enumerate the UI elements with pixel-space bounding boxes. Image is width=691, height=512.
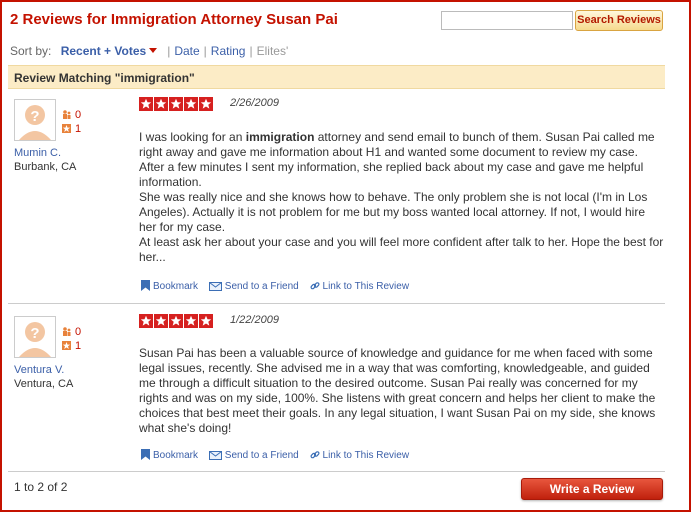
bookmark-label: Bookmark	[153, 450, 199, 461]
write-review-button[interactable]: Write a Review	[521, 478, 663, 500]
review-actions: Bookmark Send to a Friend Link to This R…	[141, 280, 417, 292]
sort-rating[interactable]: Rating	[211, 44, 246, 58]
header: 2 Reviews for Immigration Attorney Susan…	[10, 8, 680, 38]
review-text: Susan Pai has been a valuable source of …	[139, 346, 665, 436]
friends-count: 0	[75, 109, 82, 121]
star-icon	[139, 314, 153, 328]
sort-separator: |	[203, 44, 207, 58]
friends-stat: 0	[62, 325, 81, 339]
question-avatar-icon[interactable]: ?	[14, 99, 56, 141]
sort-elites[interactable]: Elites'	[257, 44, 289, 58]
review-item: ? 0 1 Ventura V. Ventura, CA 1/22/2009 S…	[8, 310, 665, 470]
link-to-review-link[interactable]: Link to This Review	[310, 450, 410, 461]
star-icon	[154, 97, 168, 111]
match-heading: Review Matching "immigration"	[8, 65, 665, 89]
link-icon	[310, 451, 320, 459]
email-icon	[208, 451, 222, 460]
review-count-stat: 1	[62, 339, 81, 353]
user-stats: 0 1	[62, 108, 81, 136]
review-count-stat: 1	[62, 122, 81, 136]
sort-label: Sort by:	[10, 44, 52, 58]
friends-icon	[63, 327, 71, 336]
friends-icon	[63, 110, 71, 119]
star-rating	[139, 314, 214, 328]
sort-bar: Sort by: Recent + Votes | Date | Rating | Elit…	[10, 44, 288, 58]
bookmark-link[interactable]: Bookmark	[141, 449, 198, 461]
user-stats: 0 1	[62, 325, 81, 353]
search-highlight: immigration	[245, 130, 315, 144]
user-location: Burbank, CA	[14, 161, 77, 173]
friends-count: 0	[75, 326, 82, 338]
review-count-icon	[62, 341, 71, 350]
review-actions: Bookmark Send to a Friend Link to This R…	[141, 449, 417, 461]
reviews-panel: 2 Reviews for Immigration Attorney Susan…	[0, 0, 691, 512]
review-paragraph: Susan Pai has been a valuable source of …	[139, 346, 656, 435]
review-paragraph: I was looking for an immigration attorne…	[139, 130, 665, 190]
review-divider	[8, 471, 665, 472]
star-icon	[154, 314, 168, 328]
friends-stat: 0	[62, 108, 81, 122]
caret-down-icon[interactable]	[149, 48, 158, 53]
review-date: 2/26/2009	[230, 97, 279, 109]
pagination-count: 1 to 2 of 2	[14, 480, 68, 494]
star-icon	[199, 314, 213, 328]
review-paragraph: She was really nice and she knows how to…	[139, 190, 648, 234]
review-count-icon	[62, 124, 71, 133]
send-to-friend-label: Send to a Friend	[224, 450, 299, 461]
svg-text:?: ?	[30, 325, 39, 342]
page-title: 2 Reviews for Immigration Attorney Susan…	[10, 11, 338, 28]
star-icon	[184, 314, 198, 328]
svg-text:?: ?	[30, 108, 39, 125]
review-count: 1	[75, 340, 82, 352]
review-divider	[8, 303, 665, 304]
star-icon	[169, 97, 183, 111]
sort-separator: |	[249, 44, 253, 58]
email-icon	[208, 282, 222, 291]
link-to-review-label: Link to This Review	[322, 281, 410, 292]
review-date: 1/22/2009	[230, 314, 279, 326]
question-avatar-icon[interactable]: ?	[14, 316, 56, 358]
user-name-link[interactable]: Mumin C.	[14, 147, 61, 159]
bookmark-link[interactable]: Bookmark	[141, 280, 198, 292]
star-icon	[169, 314, 183, 328]
review-text-part: I was looking for an	[139, 130, 246, 144]
bookmark-icon	[141, 449, 150, 460]
bookmark-icon	[141, 280, 150, 291]
star-icon	[184, 97, 198, 111]
search-input[interactable]	[441, 11, 573, 30]
send-to-friend-label: Send to a Friend	[224, 281, 299, 292]
user-location: Ventura, CA	[14, 378, 74, 390]
link-to-review-link[interactable]: Link to This Review	[310, 281, 410, 292]
send-to-friend-link[interactable]: Send to a Friend	[208, 450, 299, 461]
star-icon	[139, 97, 153, 111]
review-count: 1	[75, 123, 82, 135]
search-reviews-button[interactable]: Search Reviews	[575, 10, 663, 31]
user-name-link[interactable]: Ventura V.	[14, 364, 64, 376]
sort-recent-votes[interactable]: Recent + Votes	[61, 44, 146, 58]
bookmark-label: Bookmark	[153, 281, 199, 292]
star-icon	[199, 97, 213, 111]
review-text: I was looking for an immigration attorne…	[139, 130, 665, 265]
link-to-review-label: Link to This Review	[322, 450, 410, 461]
sort-date[interactable]: Date	[174, 44, 199, 58]
link-icon	[310, 282, 320, 290]
sort-separator: |	[167, 44, 171, 58]
review-item: ? 0 1 Mumin C. Burbank, CA 2/26/2009 I w…	[8, 93, 665, 301]
send-to-friend-link[interactable]: Send to a Friend	[208, 281, 299, 292]
star-rating	[139, 97, 214, 111]
review-paragraph: At least ask her about your case and you…	[139, 235, 664, 264]
